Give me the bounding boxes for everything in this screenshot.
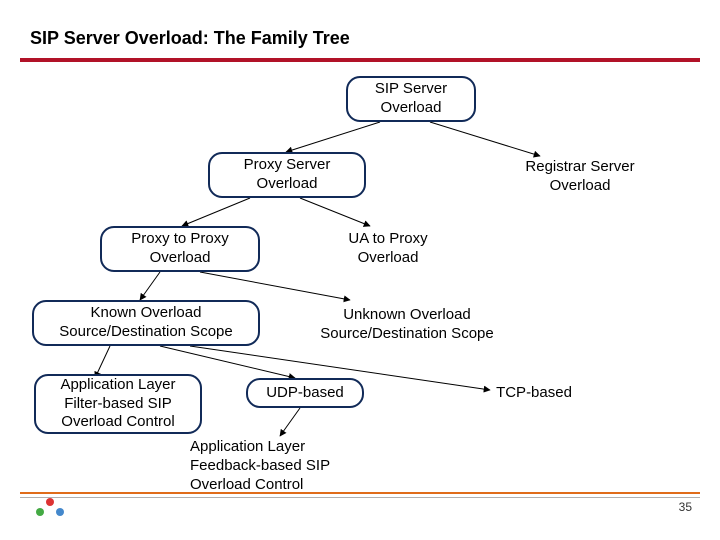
node-filter-control: Application LayerFilter-based SIPOverloa… xyxy=(34,374,202,434)
node-tcp-based: TCP-based xyxy=(474,384,594,403)
node-feedback-control: Application LayerFeedback-based SIPOverl… xyxy=(190,438,390,494)
slide-title: SIP Server Overload: The Family Tree xyxy=(30,28,350,49)
page-number: 35 xyxy=(679,500,692,514)
logo-icon xyxy=(36,498,66,518)
node-ua-to-proxy: UA to ProxyOverload xyxy=(318,230,458,268)
node-proxy-to-proxy: Proxy to ProxyOverload xyxy=(100,226,260,272)
node-udp-based: UDP-based xyxy=(246,378,364,408)
node-known-scope: Known OverloadSource/Destination Scope xyxy=(32,300,260,346)
node-registrar-server-overload: Registrar ServerOverload xyxy=(480,158,680,196)
node-root: SIP ServerOverload xyxy=(346,76,476,122)
node-proxy-server-overload: Proxy ServerOverload xyxy=(208,152,366,198)
title-underline xyxy=(20,58,700,62)
node-unknown-scope: Unknown OverloadSource/Destination Scope xyxy=(292,306,522,344)
footer-rule xyxy=(20,492,700,498)
